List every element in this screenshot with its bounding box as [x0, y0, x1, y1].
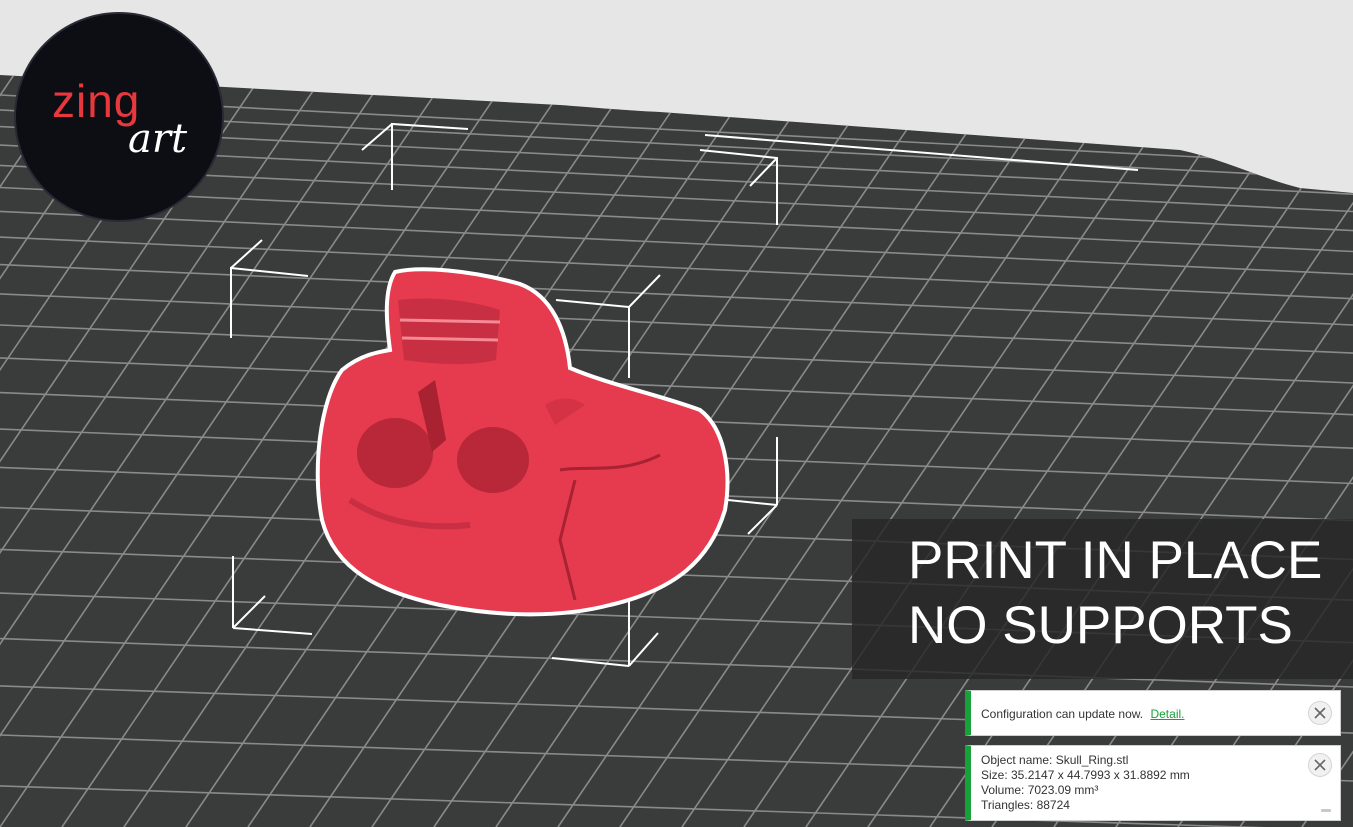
banner-line-2: NO SUPPORTS — [908, 596, 1293, 655]
object-volume: Volume: 7023.09 mm³ — [981, 783, 1099, 797]
close-icon — [1314, 759, 1326, 771]
object-size: Size: 35.2147 x 44.7993 x 31.8892 mm — [981, 768, 1190, 782]
object-triangles: Triangles: 88724 — [981, 798, 1070, 812]
promo-banner: PRINT IN PLACE NO SUPPORTS — [852, 519, 1353, 679]
config-update-notification: Configuration can update now. Detail. — [965, 690, 1341, 736]
object-info-notification: Object name: Skull_Ring.stl Size: 35.214… — [965, 745, 1341, 821]
banner-line-1: PRINT IN PLACE — [908, 531, 1323, 590]
notification-message: Configuration can update now. Detail. — [981, 707, 1184, 721]
detail-link[interactable]: Detail. — [1150, 707, 1184, 721]
collapse-icon[interactable] — [1321, 809, 1331, 812]
config-message-text: Configuration can update now. — [981, 707, 1144, 721]
close-notification-button[interactable] — [1308, 701, 1332, 725]
close-object-info-button[interactable] — [1308, 753, 1332, 777]
logo-text-art: art — [128, 116, 188, 162]
close-icon — [1314, 707, 1326, 719]
object-name: Object name: Skull_Ring.stl — [981, 753, 1129, 767]
object-info: Object name: Skull_Ring.stl Size: 35.214… — [981, 753, 1190, 813]
zing-art-logo: zing art — [14, 12, 224, 222]
